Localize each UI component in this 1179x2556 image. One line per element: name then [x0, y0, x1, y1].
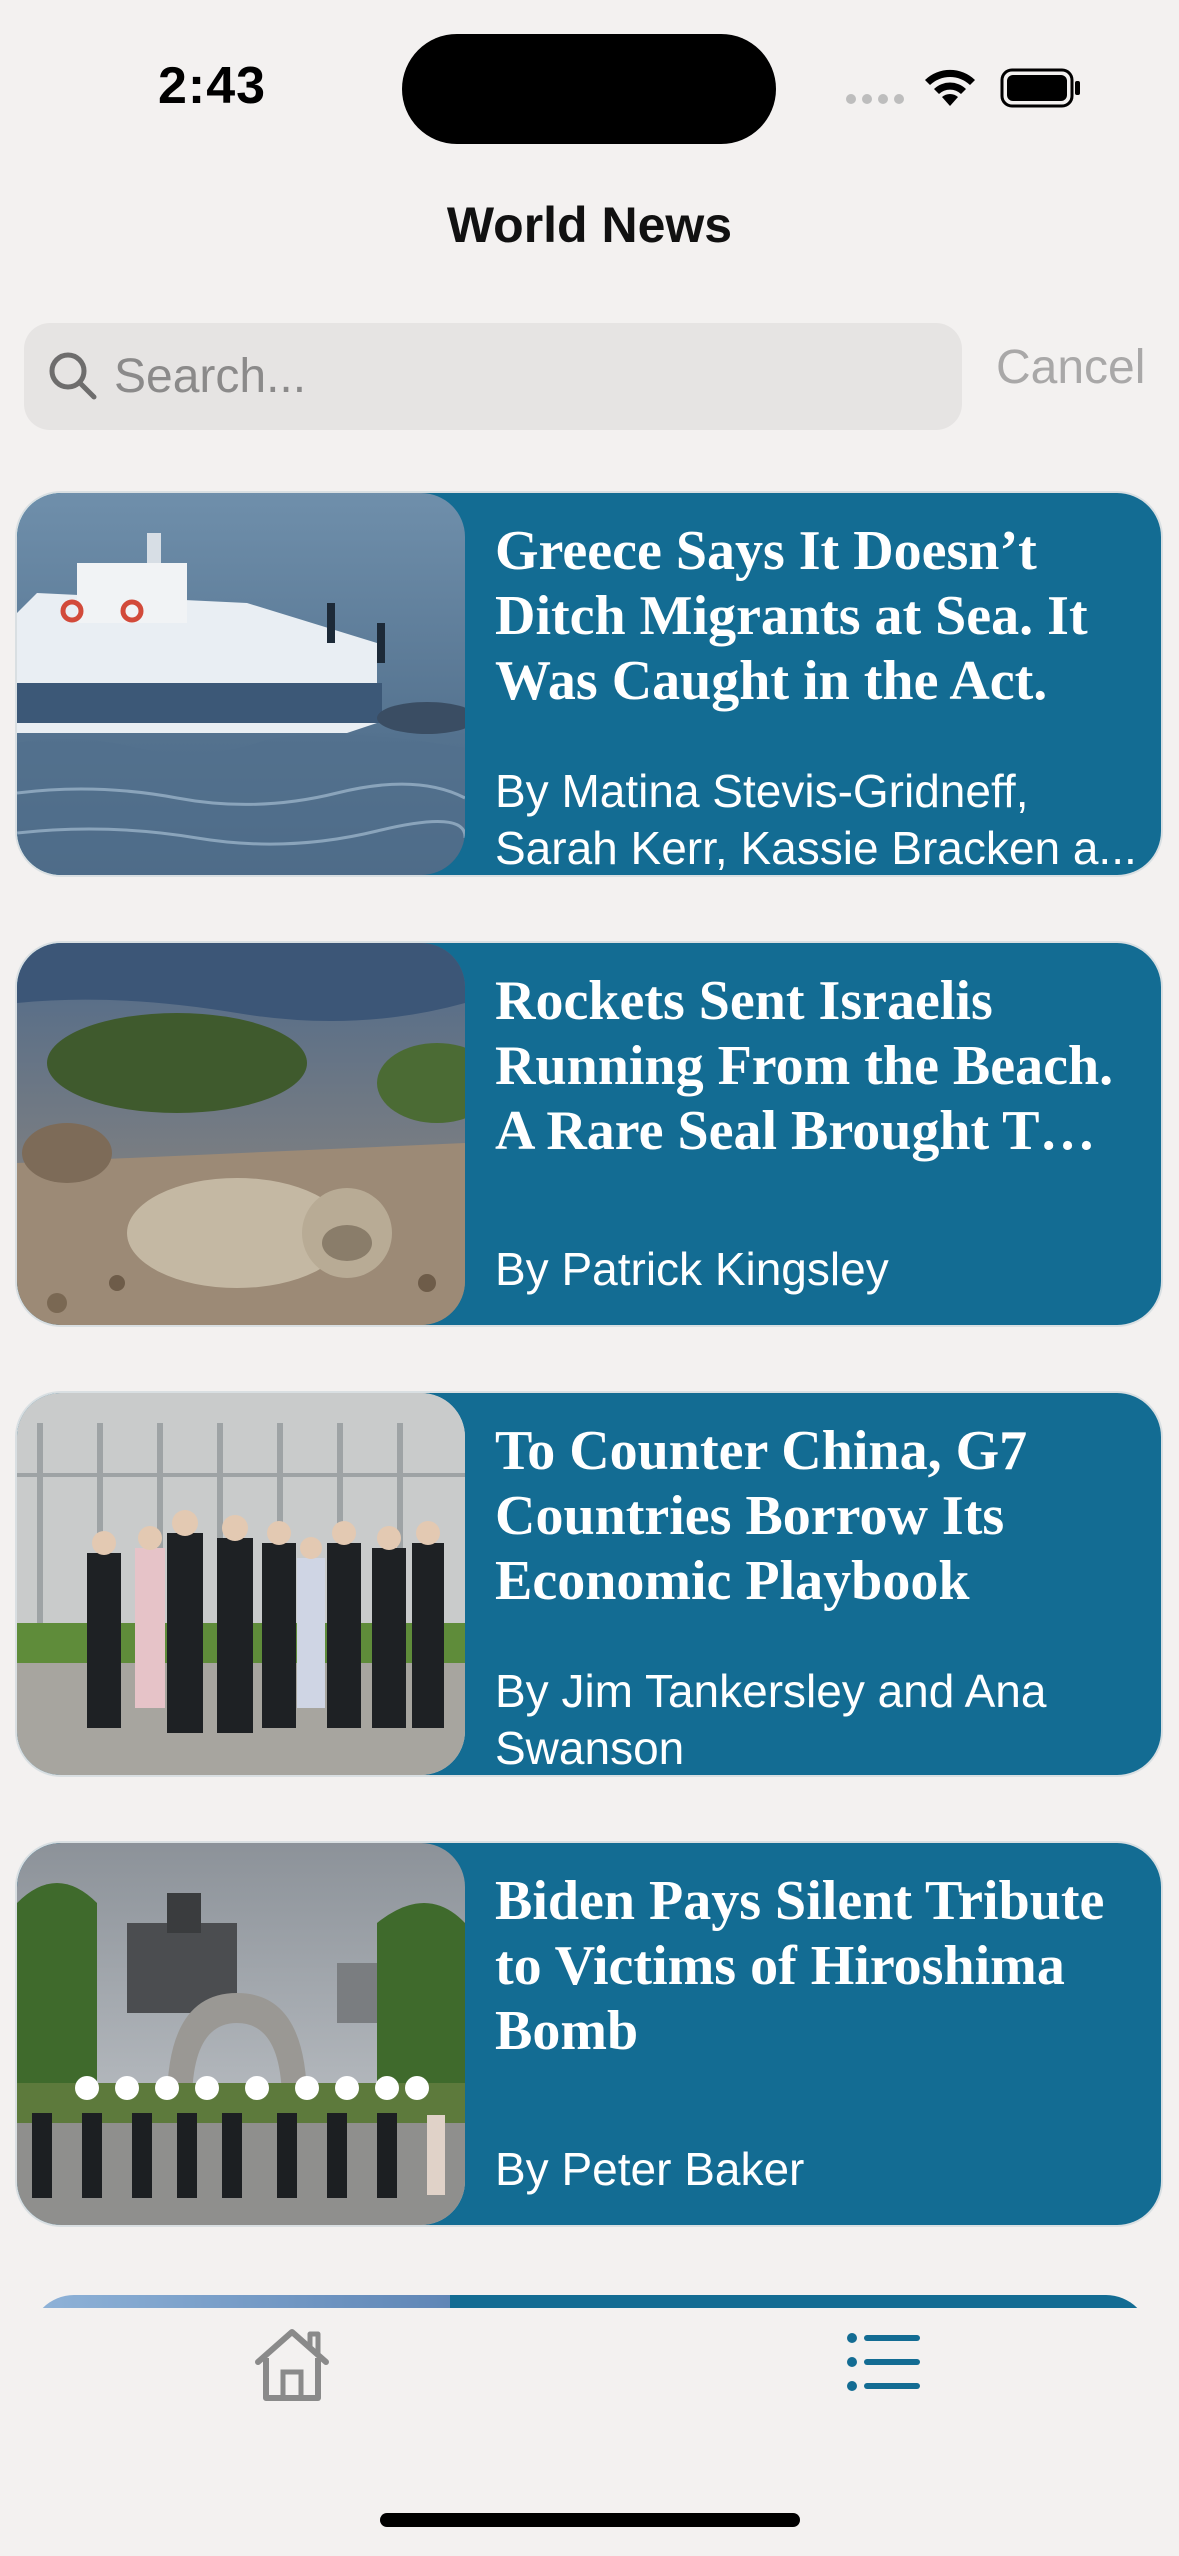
list-icon[interactable]	[846, 2330, 922, 2394]
status-time: 2:43	[158, 57, 267, 115]
article-card[interactable]: To Counter China, G7 Countries Borrow It…	[17, 1393, 1161, 1775]
cancel-button[interactable]: Cancel	[996, 340, 1145, 395]
home-indicator[interactable]	[380, 2513, 800, 2527]
article-title: Rockets Sent Israelis Running From the B…	[495, 970, 1114, 1162]
article-byline: By Peter Baker	[495, 2143, 805, 2195]
cellular-signal-icon	[846, 94, 906, 106]
article-byline: By Patrick Kingsley	[495, 1243, 889, 1295]
article-byline: By Jim Tankersley and Ana Swanson	[495, 1665, 1047, 1774]
battery-icon	[1000, 68, 1080, 108]
house-icon[interactable]	[250, 2324, 334, 2404]
article-title: Greece Says It Doesn’t Ditch Migrants at…	[495, 520, 1088, 712]
article-thumbnail	[17, 493, 465, 875]
article-card[interactable]: Rockets Sent Israelis Running From the B…	[17, 943, 1161, 1325]
article-byline: By Matina Stevis-Gridneff, Sarah Kerr, K…	[495, 765, 1137, 874]
article-card[interactable]: Greece Says It Doesn’t Ditch Migrants at…	[17, 493, 1161, 875]
search-bar[interactable]	[24, 323, 962, 430]
article-title: Biden Pays Silent Tribute to Victims of …	[495, 1870, 1105, 2062]
article-thumbnail	[17, 1843, 465, 2225]
article-thumbnail	[17, 943, 465, 1325]
article-thumbnail	[17, 1393, 465, 1775]
article-title: To Counter China, G7 Countries Borrow It…	[495, 1420, 1028, 1612]
dynamic-island	[402, 34, 776, 144]
page-title: World News	[446, 197, 733, 253]
search-icon	[49, 352, 97, 400]
article-card[interactable]: Biden Pays Silent Tribute to Victims of …	[17, 1843, 1161, 2225]
wifi-icon	[925, 69, 975, 106]
search-input[interactable]	[114, 323, 934, 430]
